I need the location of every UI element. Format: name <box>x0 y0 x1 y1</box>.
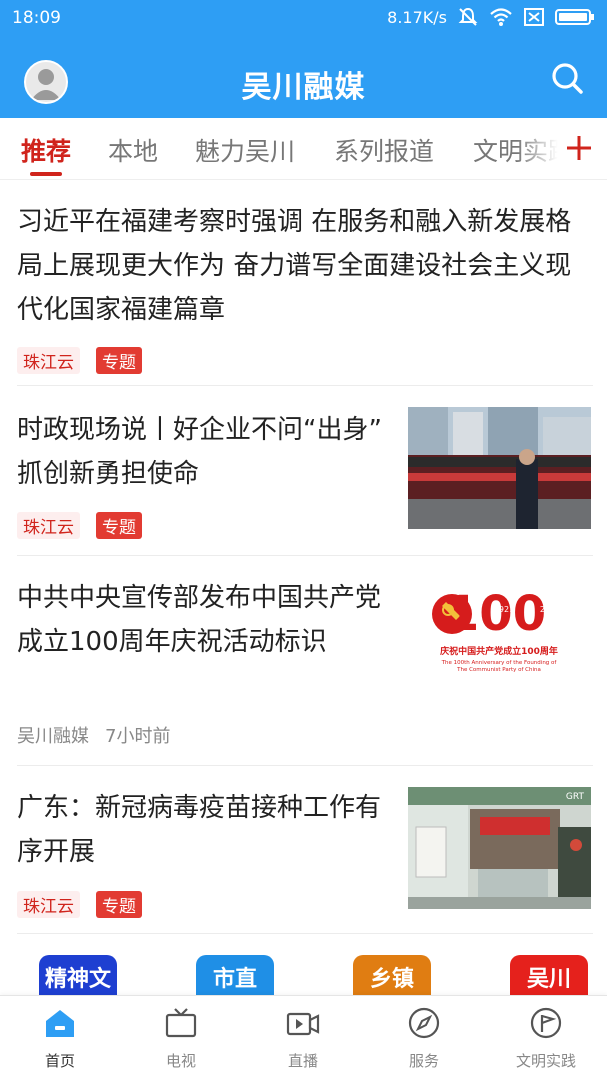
news-thumbnail[interactable] <box>408 407 591 529</box>
news-title[interactable]: 中共中央宣传部发布中国共产党成立100周年庆祝活动标识 <box>17 576 389 664</box>
quick-entries: 精神文 市直 乡镇 吴川 <box>0 955 607 995</box>
search-icon[interactable] <box>549 60 585 96</box>
app-header: 18:09 8.17K/s 吴川融媒 <box>0 0 607 118</box>
quick-entry-label: 精神文 <box>44 967 111 992</box>
source-tag: 珠江云 <box>17 512 80 539</box>
clinic-photo: GRT <box>408 787 591 909</box>
source-label: 吴川融媒 <box>17 726 89 747</box>
news-thumbnail[interactable]: GRT <box>408 787 591 909</box>
category-tabs: 推荐 本地 魅力吴川 系列报道 文明实践 <box>0 118 607 180</box>
topic-badge: 专题 <box>96 891 142 918</box>
flag-icon <box>530 1007 562 1039</box>
nav-home[interactable]: 首页 <box>10 1006 110 1071</box>
quick-entry-label: 乡镇 <box>369 967 414 992</box>
logo-number: 100 <box>446 586 546 642</box>
compass-icon <box>408 1007 440 1039</box>
active-tab-indicator <box>30 172 62 176</box>
nav-live[interactable]: 直播 <box>253 1006 353 1071</box>
tab-recommend[interactable]: 推荐 <box>21 132 71 168</box>
news-meta: 珠江云 专题 <box>17 347 142 374</box>
tab-charm-wuchuan[interactable]: 魅力吴川 <box>195 132 295 168</box>
logo-caption-en-2: The Communist Party of China <box>456 667 541 673</box>
news-meta: 吴川融媒 7小时前 <box>17 722 170 748</box>
quick-entry-towns[interactable]: 乡镇 <box>353 955 431 995</box>
news-meta: 珠江云 专题 <box>17 512 142 539</box>
topic-badge: 专题 <box>96 512 142 539</box>
time-label: 7小时前 <box>105 726 171 747</box>
news-item[interactable]: 时政现场说丨好企业不问“出身” 抓创新勇担使命 珠江云 专题 <box>17 386 593 556</box>
quick-entry-label: 吴川 <box>526 967 571 992</box>
video-camera-icon <box>286 1012 320 1036</box>
tabs-fade <box>517 118 607 179</box>
quick-entry-label: 市直 <box>212 967 257 992</box>
nav-label: 直播 <box>287 1052 318 1070</box>
news-item[interactable]: 中共中央宣传部发布中国共产党成立100周年庆祝活动标识 吴川融媒 7小时前 10… <box>17 556 593 766</box>
app-title: 吴川融媒 <box>241 70 366 105</box>
news-title[interactable]: 习近平在福建考察时强调 在服务和融入新发展格局上展现更大作为 奋力谱写全面建设社… <box>17 200 591 332</box>
quick-entry-spirit-civilization[interactable]: 精神文 <box>39 955 117 995</box>
nav-services[interactable]: 服务 <box>374 1006 474 1071</box>
mute-icon <box>458 7 478 26</box>
news-title[interactable]: 广东：新冠病毒疫苗接种工作有序开展 <box>17 786 389 874</box>
source-tag: 珠江云 <box>17 891 80 918</box>
nav-label: 服务 <box>408 1052 439 1070</box>
party-100-logo: 100 1921 2021 庆祝中国共产党成立100周年 The 100th A… <box>432 586 560 673</box>
news-thumbnail[interactable]: 100 1921 2021 庆祝中国共产党成立100周年 The 100th A… <box>408 582 591 704</box>
quick-entry-city[interactable]: 市直 <box>196 955 274 995</box>
nav-civilization-practice[interactable]: 文明实践 <box>496 1006 596 1071</box>
tab-local[interactable]: 本地 <box>108 132 158 168</box>
bottom-nav: 首页 电视 直播 服务 文明实践 <box>0 995 607 1080</box>
logo-year-start: 1921 <box>494 605 514 614</box>
news-item[interactable]: 广东：新冠病毒疫苗接种工作有序开展 珠江云 专题 GRT <box>17 766 593 934</box>
logo-caption-cn: 庆祝中国共产党成立100周年 <box>439 645 558 657</box>
watermark-label: GRT <box>566 792 585 802</box>
logo-caption-en-1: The 100th Anniversary of the Founding of <box>441 660 558 666</box>
status-icons: 8.17K/s <box>387 6 595 28</box>
wifi-icon <box>490 8 512 26</box>
title-bar: 吴川融媒 <box>0 36 607 118</box>
sim-icon <box>524 8 544 26</box>
battery-icon <box>555 9 594 25</box>
topic-badge: 专题 <box>96 347 142 374</box>
logo-year-end: 2021 <box>540 605 560 614</box>
tab-series-reports[interactable]: 系列报道 <box>334 132 434 168</box>
news-title[interactable]: 时政现场说丨好企业不问“出身” 抓创新勇担使命 <box>17 408 387 496</box>
tv-icon <box>165 1008 197 1038</box>
nav-label: 电视 <box>165 1052 196 1070</box>
news-meta: 珠江云 专题 <box>17 891 142 918</box>
source-tag: 珠江云 <box>17 347 80 374</box>
home-icon <box>46 1010 74 1037</box>
crowd-photo <box>408 407 591 529</box>
nav-label: 文明实践 <box>515 1052 576 1070</box>
nav-label: 首页 <box>44 1052 75 1070</box>
quick-entry-wuchuan[interactable]: 吴川 <box>510 955 588 995</box>
add-channel-icon[interactable] <box>565 134 593 162</box>
network-speed: 8.17K/s <box>387 7 447 27</box>
nav-tv[interactable]: 电视 <box>131 1006 231 1071</box>
news-item[interactable]: 习近平在福建考察时强调 在服务和融入新发展格局上展现更大作为 奋力谱写全面建设社… <box>17 180 593 386</box>
status-time: 18:09 <box>12 8 61 28</box>
status-bar: 18:09 8.17K/s <box>0 0 607 36</box>
